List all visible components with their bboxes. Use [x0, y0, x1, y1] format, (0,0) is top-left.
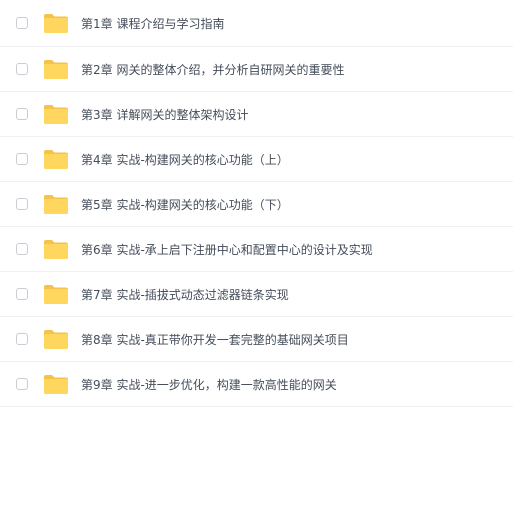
row-label[interactable]: 第6章 实战-承上启下注册中心和配置中心的设计及实现	[81, 241, 373, 258]
row-label[interactable]: 第4章 实战-构建网关的核心功能（上）	[81, 151, 289, 168]
row-checkbox[interactable]	[16, 108, 28, 120]
row-checkbox[interactable]	[16, 243, 28, 255]
row-label[interactable]: 第3章 详解网关的整体架构设计	[81, 106, 248, 123]
row-label[interactable]: 第2章 网关的整体介绍，并分析自研网关的重要性	[81, 61, 344, 78]
folder-icon	[44, 239, 68, 259]
list-item[interactable]: 第6章 实战-承上启下注册中心和配置中心的设计及实现	[0, 227, 513, 272]
list-item[interactable]: 第8章 实战-真正带你开发一套完整的基础网关项目	[0, 317, 513, 362]
list-item[interactable]: 第2章 网关的整体介绍，并分析自研网关的重要性	[0, 47, 513, 92]
folder-icon	[44, 149, 68, 169]
row-label[interactable]: 第1章 课程介绍与学习指南	[81, 15, 224, 32]
row-checkbox[interactable]	[16, 17, 28, 29]
row-checkbox[interactable]	[16, 333, 28, 345]
folder-icon	[44, 284, 68, 304]
file-list: 第1章 课程介绍与学习指南 第2章 网关的整体介绍，并分析自研网关的重要性 第3…	[0, 0, 513, 407]
list-item[interactable]: 第5章 实战-构建网关的核心功能（下）	[0, 182, 513, 227]
folder-icon	[44, 13, 68, 33]
list-item[interactable]: 第4章 实战-构建网关的核心功能（上）	[0, 137, 513, 182]
row-checkbox[interactable]	[16, 198, 28, 210]
list-item[interactable]: 第1章 课程介绍与学习指南	[0, 0, 513, 47]
row-checkbox[interactable]	[16, 153, 28, 165]
list-item[interactable]: 第7章 实战-插拔式动态过滤器链条实现	[0, 272, 513, 317]
row-label[interactable]: 第9章 实战-进一步优化，构建一款高性能的网关	[81, 376, 337, 393]
folder-icon	[44, 104, 68, 124]
row-checkbox[interactable]	[16, 378, 28, 390]
row-checkbox[interactable]	[16, 288, 28, 300]
folder-icon	[44, 374, 68, 394]
row-label[interactable]: 第7章 实战-插拔式动态过滤器链条实现	[81, 286, 289, 303]
folder-icon	[44, 59, 68, 79]
list-item[interactable]: 第9章 实战-进一步优化，构建一款高性能的网关	[0, 362, 513, 407]
folder-icon	[44, 329, 68, 349]
row-label[interactable]: 第5章 实战-构建网关的核心功能（下）	[81, 196, 289, 213]
list-item[interactable]: 第3章 详解网关的整体架构设计	[0, 92, 513, 137]
row-label[interactable]: 第8章 实战-真正带你开发一套完整的基础网关项目	[81, 331, 349, 348]
folder-icon	[44, 194, 68, 214]
row-checkbox[interactable]	[16, 63, 28, 75]
